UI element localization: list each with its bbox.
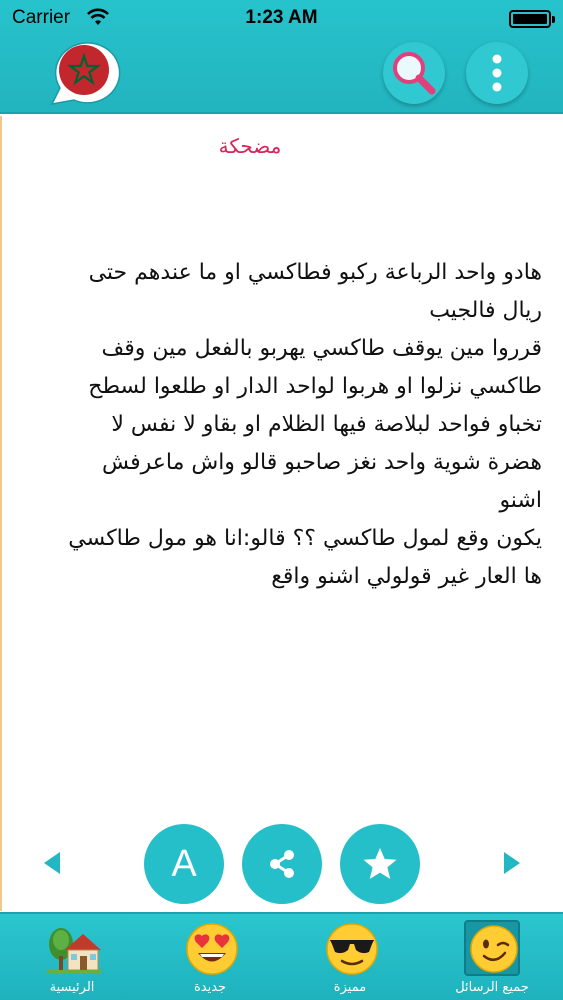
- message-line: طاكسي نزلوا او هربوا لواحد الدار او طلعو…: [88, 374, 542, 399]
- message-line: ها العار غير قولولي اشنو واقع: [271, 564, 542, 589]
- favorite-button[interactable]: [340, 824, 420, 904]
- message-line: قرروا مين يوقف طاكسي يهربو بالفعل مين وق…: [101, 336, 542, 361]
- message-line: تخباو فواحد لبلاصة فيها الظلام او بقاو ل…: [111, 412, 542, 437]
- message-line: اشنو: [499, 488, 542, 513]
- star-icon: [363, 848, 397, 879]
- message-line: يكون وقع لمول طاكسي ؟؟ قالو:انا هو مول ط…: [68, 526, 542, 551]
- tab-bar: الرئيسية جديدة مميزة جميع الرسائل: [0, 912, 563, 1000]
- tab-home-label: الرئيسية: [49, 980, 95, 995]
- share-button[interactable]: [242, 824, 322, 904]
- left-edge-line: [0, 116, 2, 911]
- font-size-button[interactable]: A: [144, 824, 224, 904]
- wink-emoji-icon: [470, 925, 518, 973]
- search-button[interactable]: [383, 42, 445, 104]
- message-line: هضرة شوية واحد نغز صاحبو قالو واش ماعرفش: [102, 450, 542, 475]
- house-icon: [47, 928, 101, 974]
- tab-new[interactable]: جديدة: [150, 914, 270, 1000]
- font-size-label: A: [171, 842, 197, 885]
- tab-new-label: جديدة: [193, 980, 227, 995]
- previous-message-button[interactable]: [44, 852, 60, 874]
- message-category-title: مضحكة: [218, 134, 282, 158]
- message-line: ريال فالجيب: [429, 298, 542, 323]
- tab-featured-label: مميزة: [333, 980, 367, 995]
- status-bar: Carrier 1:23 AM: [0, 0, 563, 36]
- tab-all-messages-label: جميع الرسائل: [455, 980, 529, 995]
- tab-all-messages[interactable]: جميع الرسائل: [432, 914, 552, 1000]
- morocco-flag-speech-bubble-icon[interactable]: [44, 38, 124, 110]
- header-bar: Carrier 1:23 AM: [0, 0, 563, 114]
- tab-home[interactable]: الرئيسية: [12, 914, 132, 1000]
- magnifier-icon: [393, 52, 436, 95]
- vertical-dots-icon: [492, 54, 502, 92]
- tab-featured[interactable]: مميزة: [290, 914, 410, 1000]
- menu-button[interactable]: [466, 42, 528, 104]
- message-line: هادو واحد الرباعة ركبو فطاكسي او ما عنده…: [88, 260, 542, 285]
- status-time: 1:23 AM: [245, 7, 318, 28]
- heart-eyes-emoji-icon: [186, 923, 238, 975]
- next-message-button[interactable]: [504, 852, 520, 874]
- battery-icon: [509, 10, 555, 28]
- sunglasses-emoji-icon: [326, 923, 378, 975]
- share-icon: [270, 850, 294, 878]
- message-text: هادو واحد الرباعة ركبو فطاكسي او ما عنده…: [24, 254, 542, 596]
- screen: Carrier 1:23 AM مضحكة هادو واحد الرباعة …: [0, 0, 563, 1000]
